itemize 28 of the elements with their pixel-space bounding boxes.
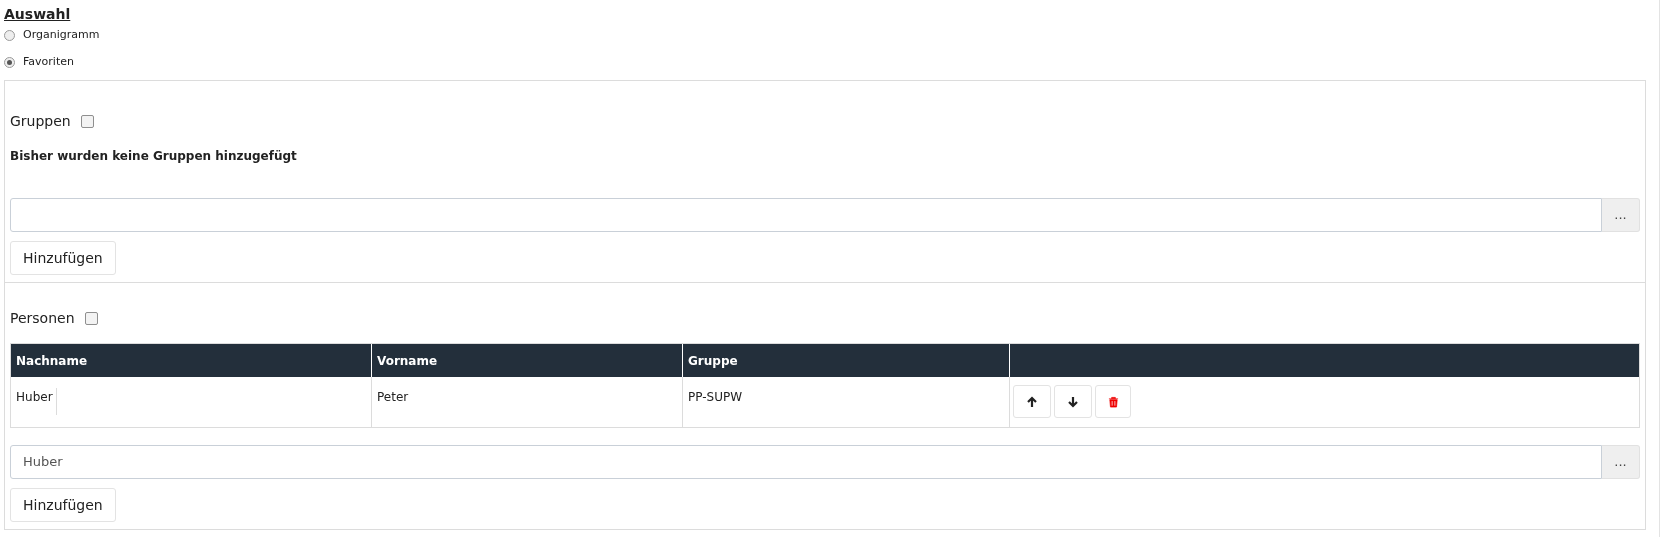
input-field[interactable] xyxy=(10,198,1602,232)
persons-label: Personen xyxy=(10,308,75,328)
table-cell: PP-SUPW xyxy=(688,390,743,404)
move-up-button[interactable] xyxy=(1013,385,1051,418)
move-down-button[interactable] xyxy=(1054,385,1092,418)
radio-label: Organigramm xyxy=(23,27,100,44)
delete-button[interactable] xyxy=(1095,385,1131,418)
checkbox[interactable] xyxy=(80,115,94,128)
trash-icon xyxy=(1107,395,1119,408)
arrow-down-icon xyxy=(1067,395,1079,408)
groups-label: Gruppen xyxy=(10,112,71,131)
radio-button[interactable] xyxy=(4,57,15,68)
input-field[interactable]: Huber xyxy=(10,445,1602,479)
column-header: Gruppe xyxy=(688,352,738,370)
section-title: Auswahl xyxy=(4,6,71,22)
radio-label: Favoriten xyxy=(23,54,74,71)
browse-button[interactable]: ... xyxy=(1602,445,1640,479)
add-button[interactable]: Hinzufügen xyxy=(10,488,116,522)
add-button[interactable]: Hinzufügen xyxy=(10,241,116,275)
table-cell: Peter xyxy=(377,390,409,404)
radio-button[interactable] xyxy=(4,30,15,41)
table-cell: Huber xyxy=(16,388,57,415)
checkbox[interactable] xyxy=(84,311,98,325)
column-header: Vorname xyxy=(377,352,438,370)
empty-message: Bisher wurden keine Gruppen hinzugefügt xyxy=(10,149,297,163)
browse-button[interactable]: ... xyxy=(1602,198,1640,232)
arrow-up-icon xyxy=(1026,395,1038,408)
column-header: Nachname xyxy=(16,352,88,370)
